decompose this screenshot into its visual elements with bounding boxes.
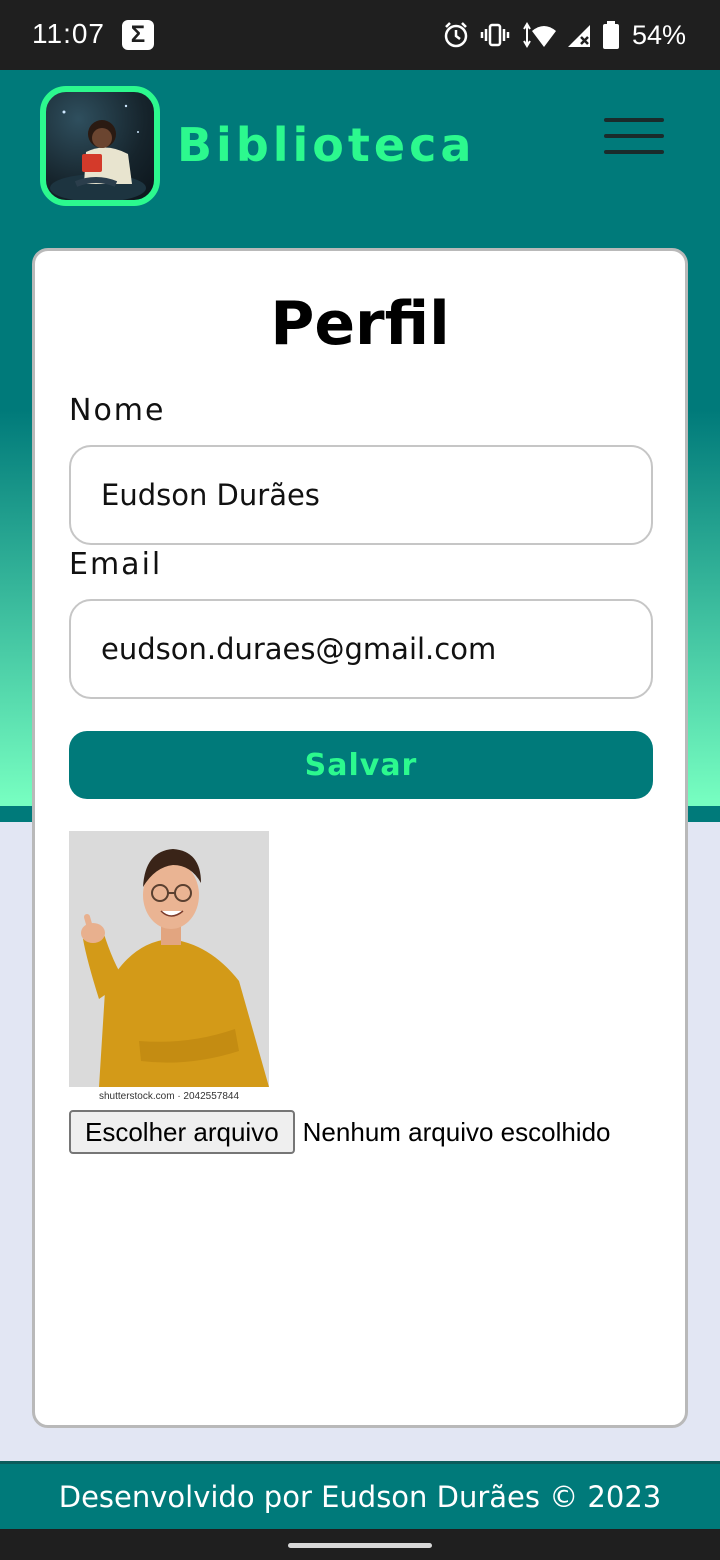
wifi-icon [523, 22, 556, 48]
footer-text: Desenvolvido por Eudson Durães © 2023 [58, 1480, 662, 1514]
file-upload: Escolher arquivo Nenhum arquivo escolhid… [69, 1110, 611, 1154]
photo-watermark: shutterstock.com · 2042557844 [69, 1087, 269, 1107]
page-title: Perfil [270, 289, 450, 359]
status-icons: 54% [442, 18, 686, 52]
status-time: 11:07 [32, 18, 105, 49]
profile-photo: shutterstock.com · 2042557844 [69, 831, 269, 1107]
hamburger-menu-icon[interactable] [604, 118, 664, 158]
logo-reading-boy[interactable] [40, 86, 160, 206]
choose-file-button[interactable]: Escolher arquivo [69, 1110, 295, 1154]
save-button[interactable]: Salvar [69, 731, 653, 799]
system-nav-bar [0, 1529, 720, 1560]
name-label: Nome [69, 393, 166, 428]
vibrate-icon [480, 23, 510, 47]
battery-percentage: 54% [631, 19, 686, 50]
home-indicator[interactable] [288, 1543, 432, 1548]
brand-title[interactable]: Biblioteca [177, 118, 475, 172]
profile-card: Perfil Nome Email Salvar shutterst [32, 248, 688, 1428]
footer: Desenvolvido por Eudson Durães © 2023 [0, 1461, 720, 1529]
sigma-icon: Σ [122, 20, 154, 50]
email-label: Email [69, 547, 163, 582]
alarm-icon [444, 22, 468, 48]
battery-icon [602, 21, 619, 49]
signal-icon [567, 25, 590, 47]
status-bar: 11:07 Σ 54% [0, 0, 720, 70]
name-input[interactable] [69, 445, 653, 545]
file-status-text: Nenhum arquivo escolhido [302, 1116, 611, 1147]
email-input[interactable] [69, 599, 653, 699]
